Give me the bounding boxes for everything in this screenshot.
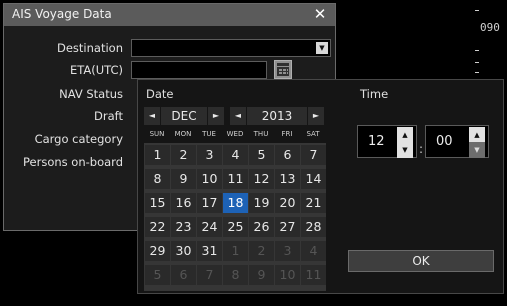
month-value: DEC: [161, 107, 207, 125]
calendar-day[interactable]: 4: [223, 145, 248, 165]
date-time-picker: Date Time ◄ DEC ► ◄ 2013 ► SUN MON TUE WED T…: [137, 79, 504, 294]
calendar-day[interactable]: 13: [275, 169, 300, 189]
calendar-day[interactable]: 10: [197, 169, 222, 189]
minute-down-button[interactable]: ▼: [469, 142, 485, 158]
year-value: 2013: [247, 107, 307, 125]
next-month-button[interactable]: ►: [208, 107, 224, 125]
bearing-tick: [475, 62, 479, 63]
bearing-tick: [475, 10, 479, 11]
hour-down-button[interactable]: ▼: [397, 142, 413, 158]
calendar-day[interactable]: 3: [197, 145, 222, 165]
calendar-day: 1: [223, 241, 248, 261]
calendar-day: 6: [171, 265, 196, 285]
draft-label: Draft: [94, 109, 123, 123]
calendar-day[interactable]: 1: [145, 145, 170, 165]
prev-year-button[interactable]: ◄: [230, 107, 246, 125]
weekday-label: TUE: [202, 130, 216, 138]
calendar-day: 11: [301, 265, 326, 285]
calendar-day[interactable]: 30: [171, 241, 196, 261]
prev-month-button[interactable]: ◄: [144, 107, 160, 125]
calendar-day[interactable]: 19: [249, 193, 274, 213]
date-heading: Date: [146, 87, 174, 101]
calendar-day[interactable]: 28: [301, 217, 326, 237]
calendar-day[interactable]: 16: [171, 193, 196, 213]
close-icon[interactable]: ✕: [311, 5, 329, 24]
calendar-grid-icon: [277, 67, 289, 76]
calendar-day: 3: [275, 241, 300, 261]
calendar-day[interactable]: 29: [145, 241, 170, 261]
dialog-title: AIS Voyage Data: [12, 7, 112, 21]
month-year-nav: ◄ DEC ► ◄ 2013 ►: [144, 107, 326, 125]
calendar-day[interactable]: 9: [171, 169, 196, 189]
calendar-day[interactable]: 6: [275, 145, 300, 165]
calendar-day[interactable]: 21: [301, 193, 326, 213]
chevron-down-icon[interactable]: ▼: [316, 42, 328, 54]
weekday-label: SAT: [306, 130, 320, 138]
time-heading: Time: [360, 87, 389, 101]
calendar-day[interactable]: 7: [301, 145, 326, 165]
hour-up-button[interactable]: ▲: [397, 127, 413, 143]
ok-button[interactable]: OK: [348, 250, 494, 272]
calendar-day: 7: [197, 265, 222, 285]
calendar-day: 9: [249, 265, 274, 285]
minute-up-button[interactable]: ▲: [469, 127, 485, 143]
calendar-day[interactable]: 23: [171, 217, 196, 237]
eta-input[interactable]: [131, 61, 267, 79]
bearing-scale-label: 090: [480, 21, 500, 34]
calendar-day[interactable]: 22: [145, 217, 170, 237]
time-separator: :: [419, 142, 424, 156]
weekday-label: THU: [253, 130, 269, 138]
calendar-day: 5: [145, 265, 170, 285]
calendar-icon: [277, 63, 289, 66]
calendar-day-selected[interactable]: 18: [223, 193, 248, 213]
calendar-day[interactable]: 2: [171, 145, 196, 165]
eta-label: ETA(UTC): [69, 63, 123, 77]
calendar-day[interactable]: 15: [145, 193, 170, 213]
calendar-day[interactable]: 12: [249, 169, 274, 189]
calendar-day: 4: [301, 241, 326, 261]
nav-status-label: NAV Status: [59, 87, 123, 101]
cargo-category-label: Cargo category: [34, 132, 123, 146]
calendar-day[interactable]: 26: [249, 217, 274, 237]
dialog-titlebar[interactable]: AIS Voyage Data ✕: [4, 4, 335, 26]
weekday-label: WED: [226, 130, 244, 138]
weekday-label: FRI: [281, 130, 293, 138]
calendar-day[interactable]: 20: [275, 193, 300, 213]
calendar-day-grid: 1 2 3 4 5 6 7 8 9 10 11 12 13 14 15 16 17 18 19 20 21 22 23 24 2…: [144, 143, 326, 291]
calendar-day[interactable]: 27: [275, 217, 300, 237]
bearing-tick: [475, 72, 479, 73]
weekday-label: SUN: [149, 130, 165, 138]
next-year-button[interactable]: ►: [308, 107, 324, 125]
calendar-day[interactable]: 14: [301, 169, 326, 189]
calendar-day: 2: [249, 241, 274, 261]
hour-value: 12: [368, 134, 385, 149]
calendar-day[interactable]: 25: [223, 217, 248, 237]
persons-on-board-label: Persons on-board: [23, 155, 123, 169]
calendar-day: 8: [223, 265, 248, 285]
calendar-day[interactable]: 8: [145, 169, 170, 189]
calendar-day[interactable]: 24: [197, 217, 222, 237]
weekday-label: MON: [174, 130, 192, 138]
destination-label: Destination: [57, 41, 123, 55]
bearing-tick: [475, 50, 479, 51]
destination-select[interactable]: ▼: [131, 39, 331, 57]
calendar-day[interactable]: 11: [223, 169, 248, 189]
calendar-button[interactable]: [274, 60, 292, 79]
calendar-day[interactable]: 5: [249, 145, 274, 165]
minute-value: 00: [436, 134, 453, 149]
calendar-day[interactable]: 31: [197, 241, 222, 261]
calendar-day[interactable]: 17: [197, 193, 222, 213]
calendar-day: 10: [275, 265, 300, 285]
